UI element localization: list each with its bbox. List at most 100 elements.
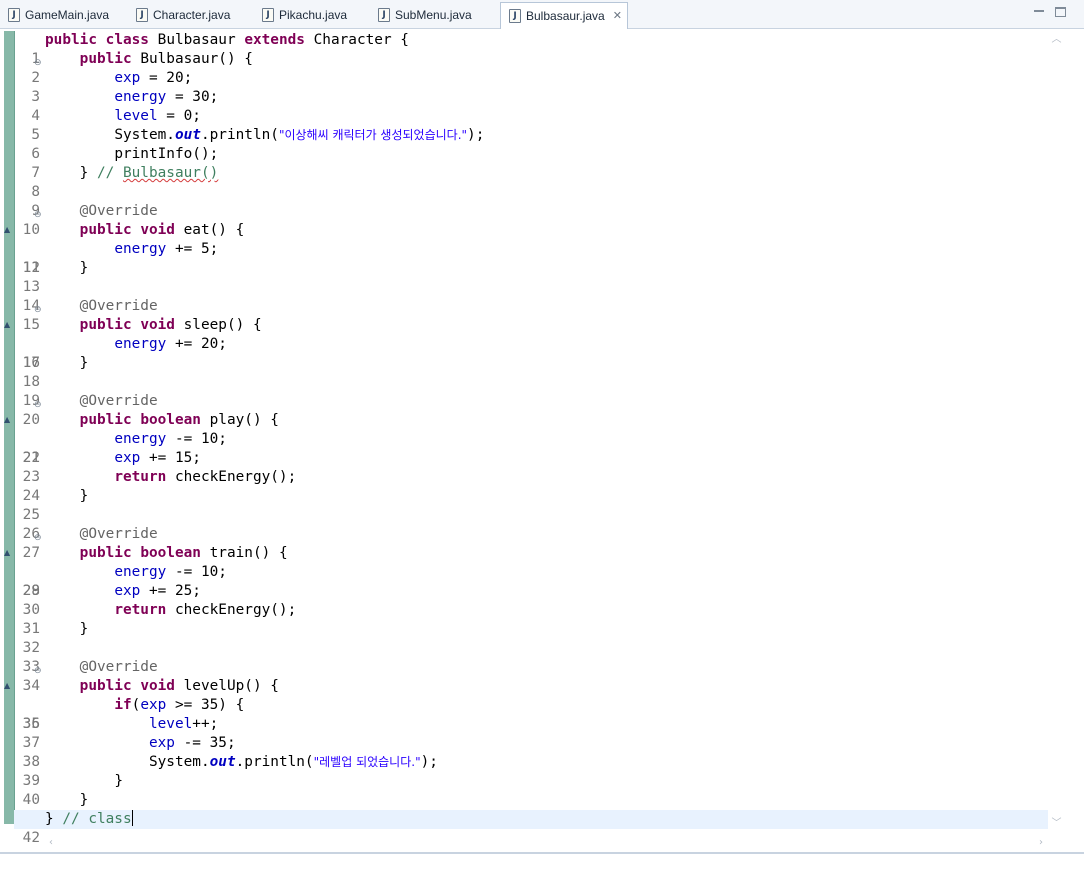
field-ref: energy — [114, 564, 167, 580]
code-line: 17 energy += 20; — [14, 335, 1048, 371]
code-text: .println( — [235, 754, 314, 770]
close-icon[interactable]: ✕ — [613, 4, 622, 28]
code-line: 31 return checkEnergy(); — [14, 601, 1048, 637]
maximize-icon[interactable] — [1055, 7, 1066, 17]
comment: // — [96, 165, 123, 181]
keyword: class — [105, 32, 149, 48]
code-line: 41 } — [14, 791, 1048, 827]
java-file-icon: J — [136, 8, 148, 22]
annotation: @Override — [79, 203, 158, 219]
code-line: 4 energy = 30; — [14, 88, 1048, 124]
tab-label: Pikachu.java — [279, 8, 348, 22]
keyword: public — [79, 678, 132, 694]
code-text: ++; — [192, 716, 219, 732]
code-text: ( — [131, 697, 141, 713]
tab-submenu[interactable]: J SubMenu.java — [370, 3, 500, 27]
code-line: 7 printInfo(); — [14, 145, 1048, 181]
tab-character[interactable]: J Character.java — [128, 3, 252, 27]
code-line: 1 public class Bulbasaur extends Charact… — [14, 31, 1048, 67]
code-text: train() { — [209, 545, 288, 561]
code-text: } — [45, 811, 63, 827]
static-field-ref: out — [209, 754, 236, 770]
java-file-icon: J — [378, 8, 390, 22]
code-text: play() { — [209, 412, 279, 428]
code-text: = 0; — [157, 108, 201, 124]
code-line: 23 exp += 15; — [14, 449, 1048, 485]
code-text: += 20; — [166, 336, 227, 352]
code-line: 18 } — [14, 354, 1048, 390]
keyword: public — [45, 32, 97, 48]
code-line: 9 — [14, 183, 1048, 219]
field-ref: exp — [114, 70, 141, 86]
code-line: 30 exp += 25; — [14, 582, 1048, 618]
code-line: 2 ⊖ public Bulbasaur() { — [14, 50, 1048, 86]
keyword: if — [114, 697, 132, 713]
keyword: void — [140, 317, 175, 333]
java-file-icon: J — [262, 8, 274, 22]
tab-label: SubMenu.java — [395, 8, 472, 22]
code-line: 26 — [14, 506, 1048, 542]
minimize-icon[interactable] — [1033, 6, 1045, 16]
code-line: 40 } — [14, 772, 1048, 808]
class-name: Bulbasaur — [157, 32, 236, 48]
code-area[interactable]: 1 public class Bulbasaur extends Charact… — [4, 31, 1048, 846]
scroll-right-icon[interactable]: › — [1034, 835, 1048, 851]
editor-tab-bar: J GameMain.java J Character.java J Pikac… — [0, 0, 1084, 29]
field-ref: level — [114, 108, 158, 124]
code-text: ); — [420, 754, 438, 770]
field-ref: level — [148, 716, 193, 732]
code-text: -= 10; — [166, 431, 227, 447]
code-text: } — [79, 792, 89, 808]
tab-pikachu[interactable]: J Pikachu.java — [254, 3, 370, 27]
code-text: } — [79, 488, 89, 504]
keyword: public — [79, 51, 132, 67]
override-marker-icon[interactable]: ▲ — [4, 416, 12, 424]
code-line: 15 ⊖ @Override — [14, 297, 1048, 333]
java-file-icon: J — [8, 8, 20, 22]
code-line: 36 if(exp >= 35) { — [14, 696, 1048, 732]
code-line: 34 ⊖ @Override — [14, 658, 1048, 694]
scroll-down-icon[interactable]: ﹀ — [1048, 817, 1065, 831]
annotation: @Override — [79, 526, 158, 542]
keyword: return — [114, 469, 167, 485]
tab-bulbasaur[interactable]: J Bulbasaur.java ✕ — [500, 2, 628, 29]
keyword: void — [140, 222, 175, 238]
vertical-scrollbar[interactable]: ︿ ﹀ — [1048, 31, 1065, 829]
code-line: 24 return checkEnergy(); — [14, 468, 1048, 504]
override-marker-icon[interactable]: ▲ — [4, 321, 12, 329]
code-line: ▲ 21 public boolean play() { — [4, 411, 1048, 466]
scroll-left-icon[interactable]: ‹ — [44, 835, 58, 851]
code-text: checkEnergy(); — [174, 602, 297, 618]
code-line: ▲ 35 public void levelUp() { — [4, 677, 1048, 732]
override-marker-icon[interactable]: ▲ — [4, 226, 12, 234]
override-marker-icon[interactable]: ▲ — [4, 682, 12, 690]
code-text: -= 10; — [166, 564, 227, 580]
code-text: Character { — [313, 32, 409, 48]
code-line: ▲ 16 public void sleep() { — [4, 316, 1048, 371]
string-literal: "레벨업 되었습니다." — [313, 755, 421, 769]
code-text: = 30; — [166, 89, 219, 105]
field-ref: exp — [148, 735, 175, 751]
keyword: public — [79, 317, 132, 333]
code-line: 39 System.out.println("레벨업 되었습니다."); — [14, 753, 1048, 789]
code-text: = 20; — [140, 70, 193, 86]
keyword: public — [79, 222, 132, 238]
code-text: printInfo(); — [114, 146, 219, 162]
code-line: 20 ⊖ @Override — [14, 392, 1048, 428]
scroll-up-icon[interactable]: ︿ — [1048, 33, 1065, 47]
java-file-icon: J — [509, 9, 521, 23]
code-line: 12 energy += 5; — [14, 240, 1048, 276]
code-line: 19 — [14, 373, 1048, 409]
keyword: boolean — [140, 545, 201, 561]
code-text: } — [79, 355, 89, 371]
tab-gamemain[interactable]: J GameMain.java — [0, 3, 126, 27]
code-text: ); — [467, 127, 485, 143]
horizontal-scrollbar[interactable]: ‹ › — [30, 835, 1048, 851]
code-editor[interactable]: 1 public class Bulbasaur extends Charact… — [0, 29, 1084, 854]
code-text: } — [79, 165, 97, 181]
field-ref: exp — [140, 697, 167, 713]
text-cursor — [131, 810, 133, 826]
override-marker-icon[interactable]: ▲ — [4, 549, 12, 557]
code-line: 38 exp -= 35; — [14, 734, 1048, 770]
code-text: += 15; — [140, 450, 201, 466]
